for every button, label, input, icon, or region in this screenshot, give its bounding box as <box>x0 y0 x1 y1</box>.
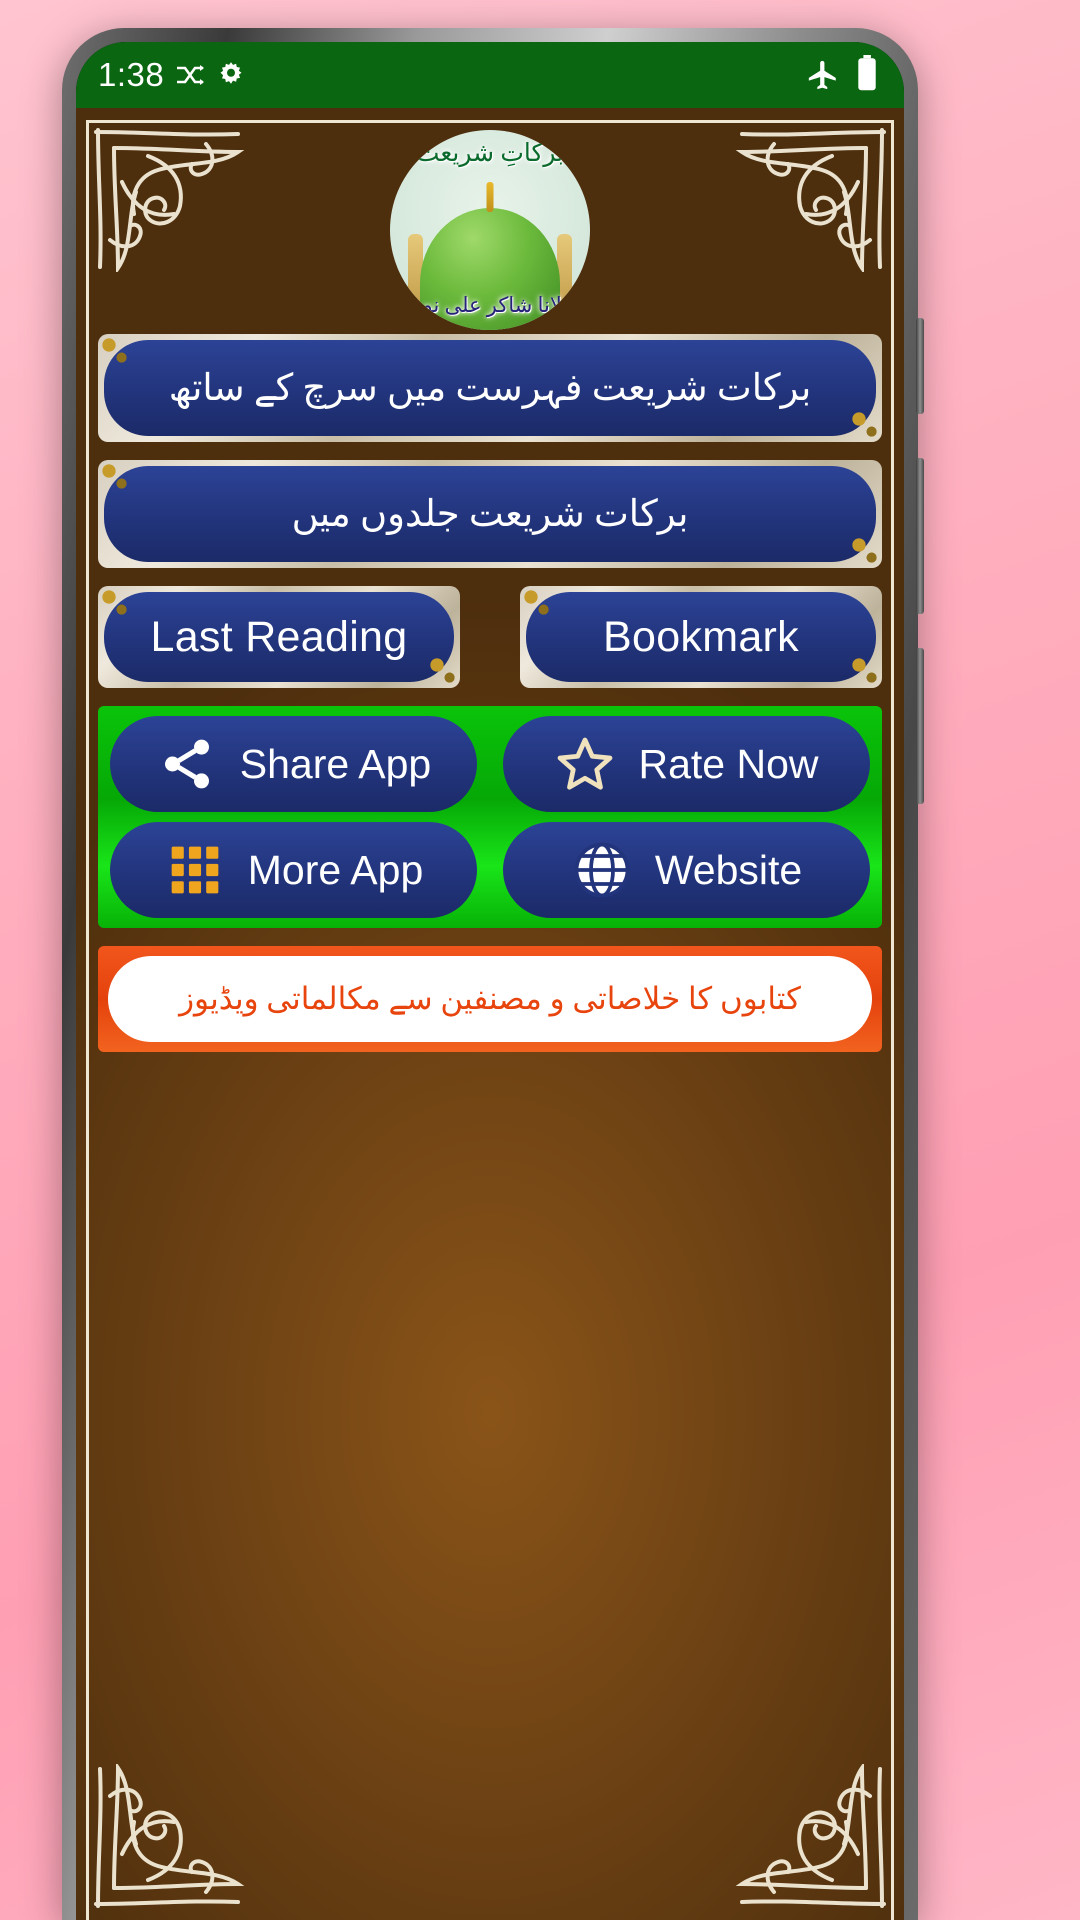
app-logo: برکاتِ شریعت مولانا شاکر علی نوری <box>390 130 590 330</box>
star-icon <box>554 733 616 795</box>
last-reading-bookmark-row: Last Reading Bookmark <box>98 586 882 688</box>
power-button[interactable] <box>916 318 924 414</box>
volumes-button[interactable]: برکات شریعت جلدوں میں <box>104 466 876 562</box>
clock-label: 1:38 <box>98 56 165 93</box>
share-app-button[interactable]: Share App <box>110 716 477 812</box>
share-icon <box>156 733 218 795</box>
rate-now-label: Rate Now <box>638 740 819 787</box>
volume-up-button[interactable] <box>916 458 924 614</box>
video-banner-frame: کتابوں کا خلاصاتی و مصنفین سے مکالماتی و… <box>98 946 882 1052</box>
last-reading-button[interactable]: Last Reading <box>104 592 454 682</box>
phone-screen: 1:38 برکاتِ شریعت مولانا شاکر علی نوری ب… <box>76 42 904 1920</box>
logo-subtitle: مولانا شاکر علی نوری <box>396 293 584 317</box>
globe-icon <box>571 839 633 901</box>
website-label: Website <box>654 846 803 893</box>
more-app-button[interactable]: More App <box>110 822 477 918</box>
shuffle-icon <box>175 63 205 87</box>
website-button[interactable]: Website <box>503 822 870 918</box>
bookmark-button[interactable]: Bookmark <box>526 592 876 682</box>
more-app-label: More App <box>247 846 424 893</box>
phone-device-frame: 1:38 برکاتِ شریعت مولانا شاکر علی نوری ب… <box>62 28 924 1920</box>
rate-now-button[interactable]: Rate Now <box>503 716 870 812</box>
volumes-button-frame: برکات شریعت جلدوں میں <box>98 460 882 568</box>
battery-full-icon <box>856 54 878 96</box>
app-content: برکاتِ شریعت مولانا شاکر علی نوری برکات … <box>76 108 904 1920</box>
bookmark-button-frame: Bookmark <box>520 586 882 688</box>
search-index-button[interactable]: برکات شریعت فہرست میں سرچ کے ساتھ <box>104 340 876 436</box>
grid-apps-icon <box>164 839 226 901</box>
share-rate-row: Share App Rate Now <box>110 716 870 812</box>
logo-title: برکاتِ شریعت <box>415 140 565 167</box>
volume-down-button[interactable] <box>916 648 924 804</box>
main-content: برکات شریعت فہرست میں سرچ کے ساتھ برکات … <box>98 334 882 1052</box>
status-bar-left: 1:38 <box>98 56 246 94</box>
gear-icon <box>216 60 246 90</box>
airplane-mode-icon <box>806 58 840 92</box>
action-buttons-panel: Share App Rate Now More App Website <box>98 706 882 928</box>
more-website-row: More App Website <box>110 822 870 918</box>
status-bar: 1:38 <box>76 42 904 108</box>
status-bar-right <box>806 54 878 96</box>
share-app-label: Share App <box>239 740 432 787</box>
video-banner-button[interactable]: کتابوں کا خلاصاتی و مصنفین سے مکالماتی و… <box>108 956 872 1042</box>
last-reading-button-frame: Last Reading <box>98 586 460 688</box>
search-index-button-frame: برکات شریعت فہرست میں سرچ کے ساتھ <box>98 334 882 442</box>
